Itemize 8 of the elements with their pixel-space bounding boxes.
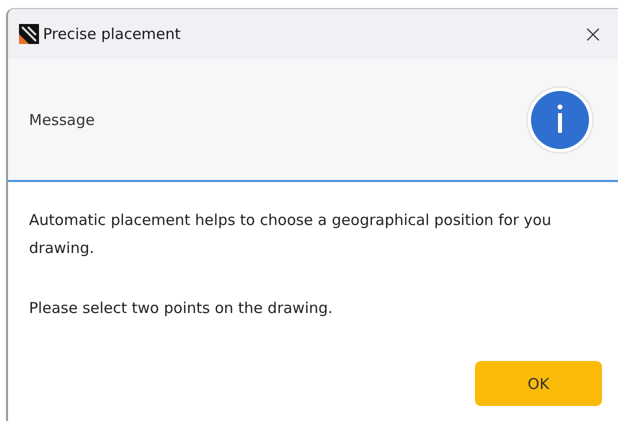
close-button[interactable]: × (568, 9, 618, 59)
message-text: Please select two points on the drawing. (29, 298, 334, 319)
ok-button[interactable]: OK (475, 361, 602, 406)
message-text: Automatic placement helps to choose a geographical position for you drawing. (29, 210, 552, 259)
header-label: Message (29, 110, 95, 128)
info-icon (526, 86, 594, 154)
app-logo-icon (19, 24, 39, 44)
window-title: Precise placement (43, 25, 182, 43)
